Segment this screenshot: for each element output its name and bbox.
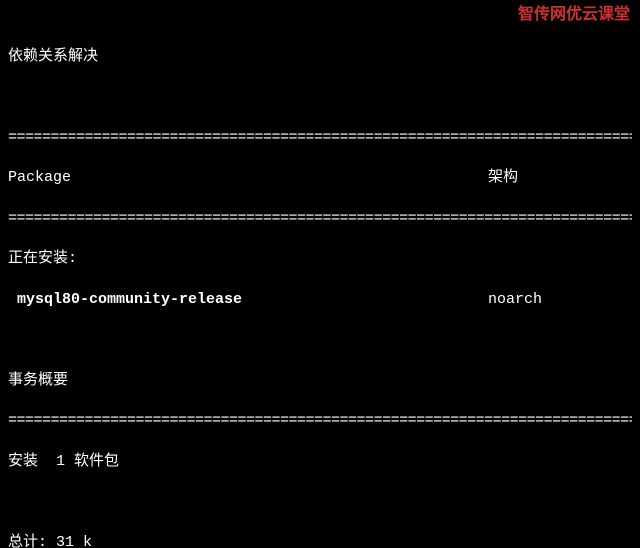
installing-label: 正在安装: (8, 249, 632, 269)
blank-line (8, 330, 632, 350)
install-count: 安装 1 软件包 (8, 452, 632, 472)
divider: ========================================… (8, 128, 632, 148)
total-size: 总计: 31 k (8, 533, 632, 548)
divider: ========================================… (8, 209, 632, 229)
pkg-arch: noarch (488, 290, 632, 310)
table-header: Package 架构 (8, 168, 632, 188)
blank-line (8, 87, 632, 107)
summary-title: 事务概要 (8, 371, 632, 391)
terminal-output: 智传网优云课堂 依赖关系解决 =========================… (0, 0, 640, 548)
watermark-text: 智传网优云课堂 (518, 4, 630, 26)
col-arch: 架构 (488, 168, 632, 188)
divider: ========================================… (8, 411, 632, 431)
line-resolving: 依赖关系解决 (8, 47, 632, 67)
blank-line (8, 492, 632, 512)
pkg-name: mysql80-community-release (8, 290, 488, 310)
col-package: Package (8, 168, 488, 188)
table-row: mysql80-community-release noarch (8, 290, 632, 310)
